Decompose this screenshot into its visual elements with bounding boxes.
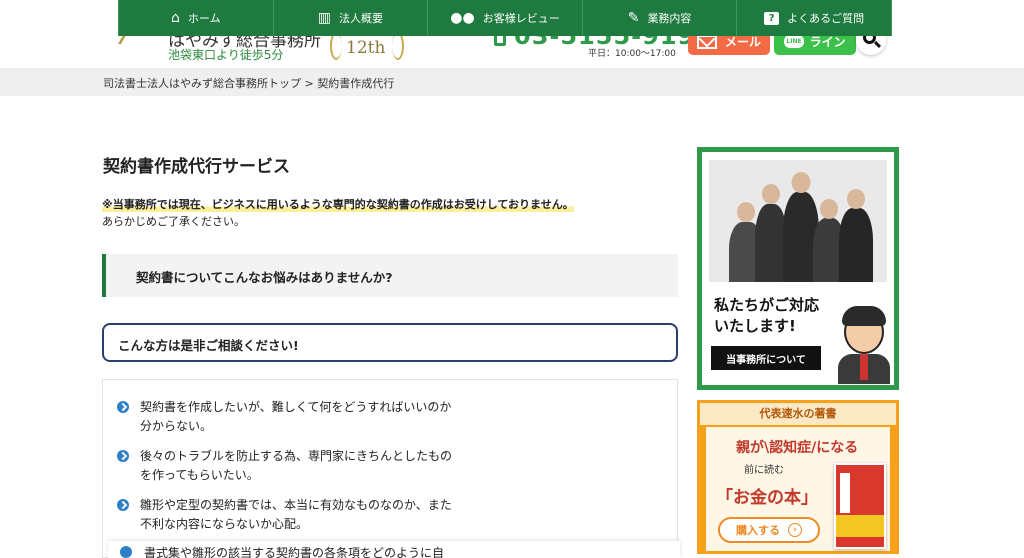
staff-banner[interactable]: 私たちがご対応 いたします! 当事務所について bbox=[697, 147, 899, 390]
section-heading-consult: こんな方は是非ご相談ください! bbox=[102, 323, 678, 362]
section-heading-text: こんな方は是非ご相談ください! bbox=[118, 338, 299, 353]
check-circle-icon bbox=[117, 499, 129, 511]
breadcrumb-separator: > bbox=[301, 77, 318, 90]
laurel-right-icon bbox=[392, 32, 404, 60]
representative-illustration bbox=[838, 300, 890, 384]
breadcrumb-bar: 司法書士法人はやみず総合事務所トップ > 契約書作成代行 bbox=[0, 68, 1024, 96]
envelope-icon bbox=[696, 34, 717, 49]
book-banner-body: 親が\認知症/になる 前に読む 「お金の本」 購入する › bbox=[706, 427, 890, 551]
nav-item-home[interactable]: ⌂ ホーム bbox=[118, 0, 273, 36]
nav-item-label: 法人概要 bbox=[339, 12, 383, 25]
staff-photo bbox=[709, 160, 887, 282]
book-main-title: 「お金の本」 bbox=[716, 488, 818, 508]
about-office-button[interactable]: 当事務所について bbox=[711, 346, 821, 370]
book-cover-image bbox=[834, 463, 886, 549]
notice-subtext: あらかじめご了承ください。 bbox=[102, 215, 245, 228]
building-icon: ▥ bbox=[317, 10, 331, 26]
logo-subtitle: 池袋東口より徒歩5分 bbox=[168, 48, 284, 62]
nav-item-faq[interactable]: ? よくあるご質問 bbox=[736, 0, 892, 36]
buy-button[interactable]: 購入する › bbox=[718, 517, 820, 543]
list-item-text: 書式集や雛形の該当する契約書の各条項をどのように自 bbox=[144, 546, 445, 558]
page-title: 契約書作成代行サービス bbox=[103, 157, 290, 177]
staff-heading: 私たちがご対応 いたします! bbox=[714, 296, 820, 335]
arrow-right-icon: › bbox=[788, 523, 802, 537]
nav-item-reviews[interactable]: ●● お客様レビュー bbox=[427, 0, 582, 36]
nav-item-label: 業務内容 bbox=[647, 12, 692, 25]
breadcrumb-current: 契約書作成代行 bbox=[317, 77, 395, 90]
list-item-text: 雛形や定型の契約書では、本当に有効なものなのか、また不利な内容にならないか心配。 bbox=[140, 498, 452, 531]
book-catch-title: 親が\認知症/になる bbox=[736, 440, 859, 456]
anniversary-years: 12th bbox=[346, 38, 386, 58]
breadcrumb-home-link[interactable]: 司法書士法人はやみず総合事務所トップ bbox=[103, 77, 301, 90]
nav-item-label: お客様レビュー bbox=[482, 12, 560, 25]
list-item: 書式集や雛形の該当する契約書の各条項をどのように自 bbox=[108, 541, 680, 558]
book-banner[interactable]: 代表速水の著書 親が\認知症/になる 前に読む 「お金の本」 購入する › bbox=[697, 400, 899, 554]
section-heading-worries: 契約書についてこんなお悩みはありませんか? bbox=[102, 254, 678, 297]
list-item-text: 後々のトラブルを防止する為、専門家にきちんとしたものを作ってもらいたい。 bbox=[140, 449, 453, 482]
question-icon: ? bbox=[764, 11, 780, 25]
section-heading-text: 契約書についてこんなお悩みはありませんか? bbox=[136, 270, 393, 285]
business-hours: 平日：10:00～17:00 bbox=[588, 49, 676, 59]
buy-button-label: 購入する bbox=[736, 524, 780, 537]
book-pen-icon: ✎ bbox=[627, 10, 640, 26]
main-content: 契約書作成代行サービス ※当事務所では現在、ビジネスに用いるような専門的な契約書… bbox=[102, 96, 679, 558]
checklist: 契約書を作成したいが、難しくて何をどうすればいいのか分からない。 後々のトラブル… bbox=[102, 379, 678, 558]
notice-text: ※当事務所では現在、ビジネスに用いるような専門的な契約書の作成はお受けしておりま… bbox=[102, 196, 574, 212]
nav-item-company[interactable]: ▥ 法人概要 bbox=[272, 0, 428, 36]
book-banner-label: 代表速水の著書 bbox=[700, 403, 896, 425]
check-circle-icon bbox=[117, 450, 129, 462]
nav-item-label: ホーム bbox=[187, 12, 221, 25]
book-catch-sub: 前に読む bbox=[744, 465, 784, 476]
page: はやみず総合事務所 池袋東口より徒歩5分 12th 03-5155-9195 平… bbox=[0, 0, 1024, 558]
people-icon: ●● bbox=[450, 10, 475, 26]
global-nav: ⌂ ホーム ▥ 法人概要 ●● お客様レビュー ✎ 業務内容 ? よくあるご質問 bbox=[118, 0, 892, 36]
laurel-left-icon bbox=[330, 32, 342, 60]
check-circle-icon bbox=[117, 401, 129, 413]
list-item-text: 契約書を作成したいが、難しくて何をどうすればいいのか分からない。 bbox=[140, 400, 452, 433]
breadcrumb: 司法書士法人はやみず総合事務所トップ > 契約書作成代行 bbox=[103, 75, 394, 91]
nav-item-services[interactable]: ✎ 業務内容 bbox=[581, 0, 737, 36]
line-icon: LINE bbox=[784, 35, 804, 48]
check-circle-icon bbox=[120, 546, 132, 558]
nav-item-label: よくあるご質問 bbox=[787, 12, 865, 25]
home-icon: ⌂ bbox=[171, 10, 180, 26]
